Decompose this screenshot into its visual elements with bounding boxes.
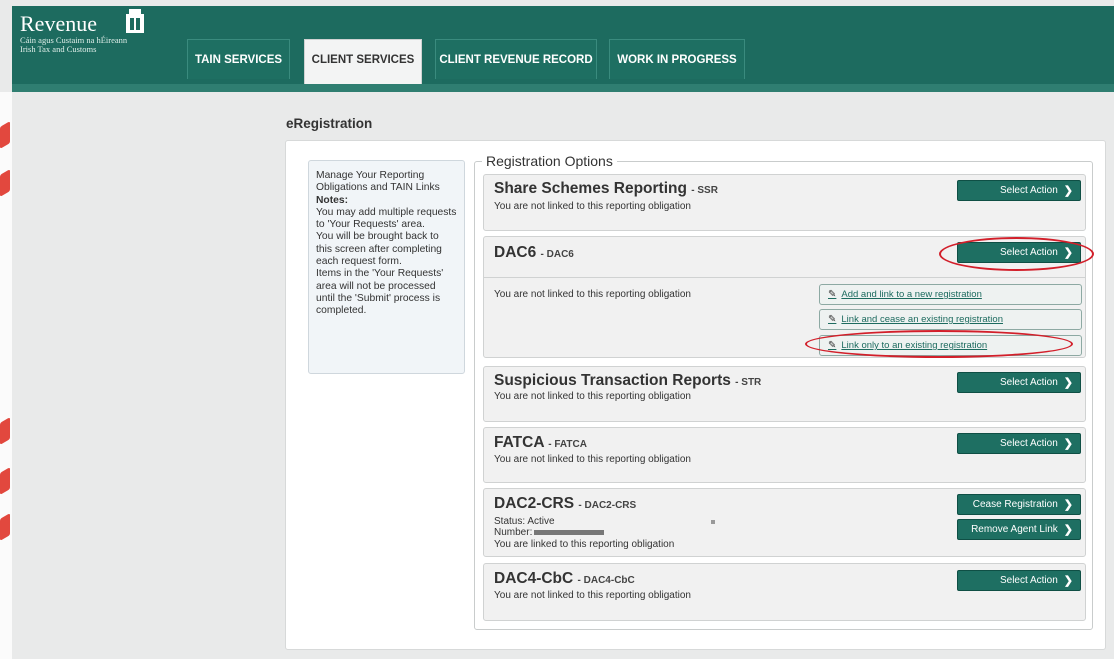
button-label: Select Action [999,438,1058,449]
button-label: Remove Agent Link [971,524,1058,535]
chevron-right-icon: ❯ [1063,377,1073,389]
option-title-text: DAC4-CbC [494,570,574,587]
option-title: DAC6 - DAC6 [494,244,574,262]
tab-client-revenue-record[interactable]: CLIENT REVENUE RECORD [435,39,597,79]
chevron-right-icon: ❯ [1063,524,1073,536]
notes-line: Items in the 'Your Requests' area will n… [316,268,444,317]
option-status: You are not linked to this reporting obl… [494,201,691,212]
option-divider [484,277,1085,278]
top-header: Revenue Cáin agus Custaim na hÉireann Ir… [12,6,1114,92]
option-title: DAC4-CbC - DAC4-CbC [494,570,635,588]
logo-subtitle-english: Irish Tax and Customs [20,44,97,54]
option-title: Suspicious Transaction Reports - STR [494,372,761,390]
notes-heading: Notes: [316,194,349,206]
link-label: Link and cease an existing registration [841,314,1003,325]
option-title-text: DAC2-CRS [494,495,575,512]
notes-box: Manage Your Reporting Obligations and TA… [308,160,465,374]
button-label: Select Action [999,575,1058,586]
option-title-text: Share Schemes Reporting [494,180,687,197]
chevron-right-icon: ❯ [1063,438,1073,450]
number-label: Number: [494,527,533,538]
tab-tain-services[interactable]: TAIN SERVICES [187,39,290,79]
select-action-button-ssr[interactable]: Select Action ❯ [957,180,1081,201]
cease-registration-button[interactable]: Cease Registration ❯ [957,494,1081,515]
button-label: Select Action [999,185,1058,196]
tab-client-services[interactable]: CLIENT SERVICES [304,39,422,92]
annotation-ellipse-select-action [939,237,1094,271]
option-status: You are not linked to this reporting obl… [494,590,691,601]
link-label: Add and link to a new registration [841,289,982,300]
option-code: - DAC4-CbC [577,575,635,586]
tab-work-in-progress[interactable]: WORK IN PROGRESS [609,39,745,79]
option-status: You are linked to this reporting obligat… [494,539,675,550]
option-code: - DAC2-CRS [578,500,637,511]
notes-line: You may add multiple requests to 'Your R… [316,206,457,231]
option-status: You are not linked to this reporting obl… [494,289,691,300]
option-code: - DAC6 [540,249,574,260]
option-status-active: Status: Active [494,516,555,527]
select-action-button-str[interactable]: Select Action ❯ [957,372,1081,393]
revenue-logo[interactable]: Revenue Cáin agus Custaim na hÉireann Ir… [20,9,144,54]
add-and-link-new-registration-link[interactable]: ✎ Add and link to a new registration [819,284,1082,305]
option-title: DAC2-CRS - DAC2-CRS [494,495,636,513]
option-title-text: FATCA [494,434,544,451]
harp-icon [126,9,144,33]
remove-agent-link-button[interactable]: Remove Agent Link ❯ [957,519,1081,540]
registration-options-legend: Registration Options [482,153,617,169]
option-title-text: Suspicious Transaction Reports [494,372,731,389]
option-number: Number: [494,527,605,539]
pencil-icon: ✎ [828,314,837,325]
logo-wordmark: Revenue [20,11,97,36]
select-action-button-fatca[interactable]: Select Action ❯ [957,433,1081,454]
option-code: - SSR [691,185,718,196]
option-title: Share Schemes Reporting - SSR [494,180,718,198]
chevron-right-icon: ❯ [1063,575,1073,587]
option-title-text: DAC6 [494,244,537,261]
link-and-cease-existing-registration-link[interactable]: ✎ Link and cease an existing registration [819,309,1082,330]
option-code: - FATCA [548,439,587,450]
option-status: You are not linked to this reporting obl… [494,391,691,402]
small-marker [711,520,715,524]
redacted-number [534,529,605,535]
pencil-icon: ✎ [828,289,837,300]
notes-line: You will be brought back to this screen … [316,231,442,268]
option-status: You are not linked to this reporting obl… [494,454,691,465]
button-label: Cease Registration [972,499,1058,510]
select-action-button-dac4[interactable]: Select Action ❯ [957,570,1081,591]
button-label: Select Action [999,377,1058,388]
chevron-right-icon: ❯ [1063,499,1073,511]
chevron-right-icon: ❯ [1063,185,1073,197]
annotation-ellipse-link-only [805,330,1073,358]
option-title: FATCA - FATCA [494,434,587,452]
page-title: eRegistration [286,116,373,131]
option-code: - STR [735,377,762,388]
notes-intro: Manage Your Reporting Obligations and TA… [316,170,440,194]
